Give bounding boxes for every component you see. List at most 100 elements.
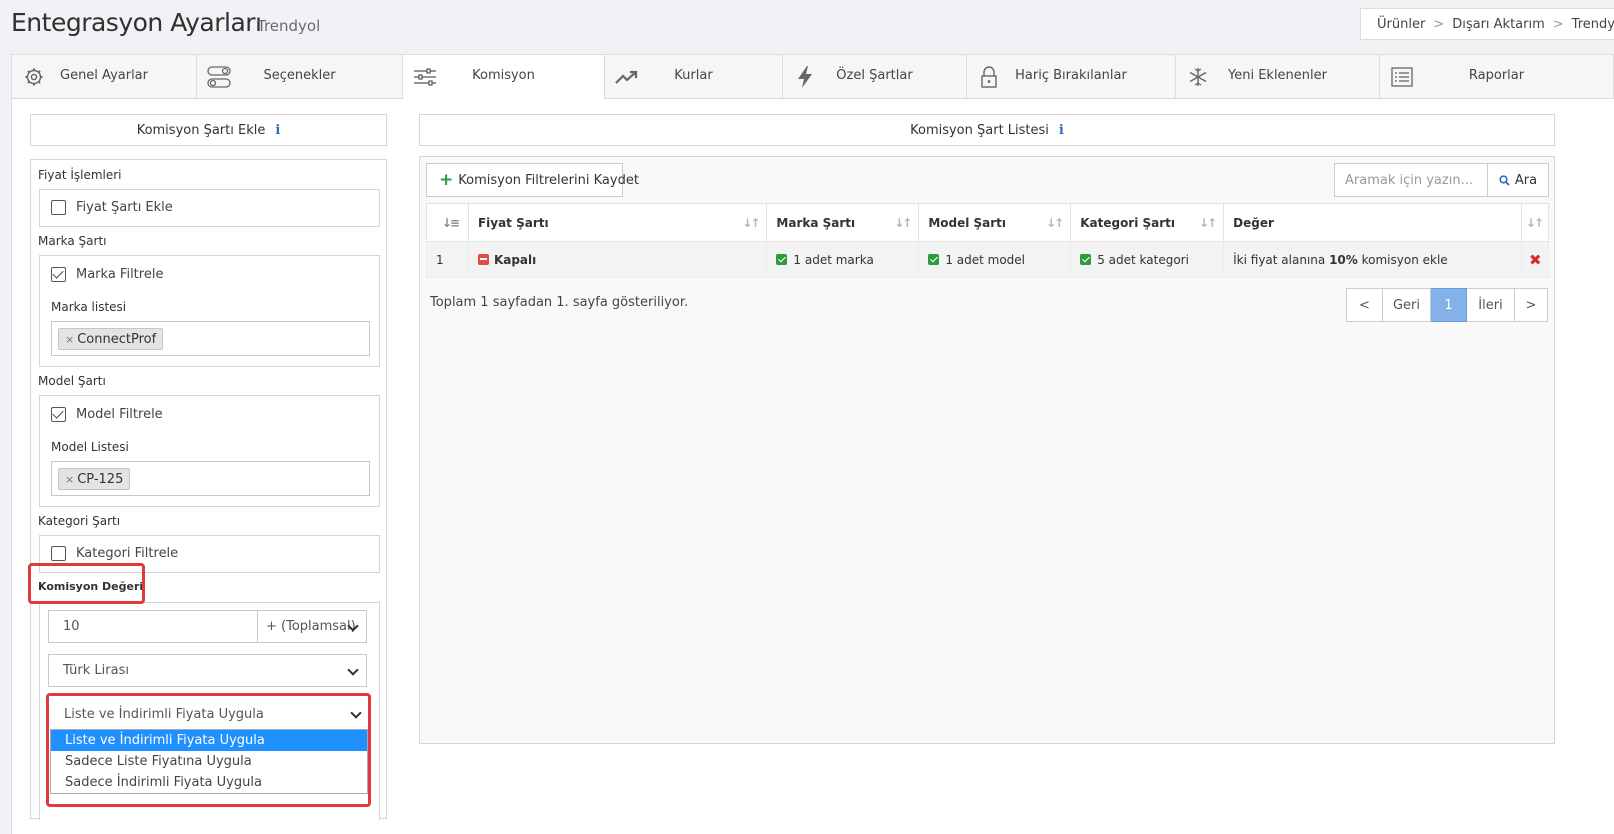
tag-label: CP-125 [77,471,124,487]
tab-genel-ayarlar[interactable]: Genel Ayarlar [11,54,196,98]
tab-content: Komisyon Şartı Ekle i Fiyat İşlemleri Fi… [11,99,1614,834]
tab-label: Genel Ayarlar [60,68,148,83]
info-icon[interactable]: i [275,123,280,138]
currency-select[interactable]: Türk Lirası [48,654,367,687]
operation-select[interactable]: + (Toplamsal) [257,610,367,643]
table-header-row: ↓≡ Fiyat Şartı ↓↑ Marka Şartı ↓↑ Model Şar… [426,203,1550,242]
tab-raporlar[interactable]: Raporlar [1379,54,1614,98]
tab-secenekler[interactable]: Seçenekler [196,54,402,98]
tab-kurlar[interactable]: Kurlar [604,54,782,98]
highlight-apply-dropdown [46,693,371,807]
cell-model: 1 adet model [918,241,1072,278]
pagination-summary: Toplam 1 sayfadan 1. sayfa gösteriliyor. [430,295,689,310]
commission-list-panel-header: Komisyon Şart Listesi i [419,114,1555,146]
tab-label: Seçenekler [263,68,336,83]
cell-index: 1 [426,241,469,278]
pagination: < Geri 1 İleri > [1346,288,1548,322]
tab-haric-birakilanlar[interactable]: Hariç Bırakılanlar [966,54,1175,98]
marka-tag: × ConnectProf [58,328,164,350]
sort-icon[interactable]: ↓↑ [1526,216,1544,230]
model-condition-box: Model Filtrele Model Listesi × CP-125 [39,395,380,507]
page-title: Entegrasyon Ayarları [11,8,262,37]
tag-remove-icon[interactable]: × [65,333,74,346]
tab-yeni-eklenenler[interactable]: Yeni Eklenenler [1175,54,1379,98]
breadcrumb: Ürünler > Dışarı Aktarım > Trendyol [1360,8,1614,40]
komisyon-value-input[interactable]: 10 [48,610,258,643]
checkbox-label[interactable]: Marka Filtrele [76,267,163,282]
chevron-down-icon [347,664,359,676]
sort-icon[interactable]: ↓↑ [1046,216,1064,230]
info-icon[interactable]: i [1059,123,1064,138]
page-header: Entegrasyon Ayarları Trendyol Ürünler > … [0,0,1614,50]
button-label: Ara [1514,172,1538,188]
page-subtitle: Trendyol [257,17,321,35]
tab-label: Raporlar [1468,68,1525,83]
tab-komisyon[interactable]: Komisyon [402,54,604,100]
add-commission-panel-header: Komisyon Şartı Ekle i [30,114,387,146]
button-label: Komisyon Filtrelerini Kaydet [458,172,639,188]
tab-label: Özel Şartlar [836,68,913,83]
tab-label: Hariç Bırakılanlar [1015,68,1127,83]
search-icon [1499,174,1510,186]
model-filtrele-checkbox[interactable] [51,407,66,422]
marka-list-label: Marka listesi [51,300,127,314]
select-value: + (Toplamsal) [266,619,356,634]
last-page-button[interactable]: > [1515,288,1548,322]
model-list-label: Model Listesi [51,440,129,454]
tab-label: Komisyon [472,68,535,83]
tab-label: Yeni Eklenenler [1228,68,1327,83]
breadcrumb-item-trendyol: Trendyol [1571,16,1614,32]
panel-title: Komisyon Şart Listesi [910,122,1049,138]
model-tags-input[interactable]: × CP-125 [51,461,370,496]
panel-title: Komisyon Şartı Ekle [136,122,266,138]
save-commission-filters-button[interactable]: + Komisyon Filtrelerini Kaydet [426,163,639,197]
table-row[interactable]: 1 Kapalı 1 adet marka 1 adet model 5 ade… [426,241,1550,278]
search-button[interactable]: Ara [1487,163,1549,197]
first-page-button[interactable]: < [1346,288,1383,322]
tab-label: Kurlar [674,68,713,83]
sort-icon[interactable]: ↓≡ [442,216,460,230]
prev-page-button[interactable]: Geri [1383,288,1431,322]
breadcrumb-item-urunler[interactable]: Ürünler [1377,17,1425,32]
section-label-marka: Marka Şartı [38,234,107,248]
column-header-marka[interactable]: Marka Şartı ↓↑ [766,203,920,242]
column-header-index[interactable]: ↓≡ [426,203,469,242]
cell-deger: İki fiyat alanına 10% komisyon ekle [1223,241,1522,278]
sort-icon[interactable]: ↓↑ [1199,216,1217,230]
sort-icon[interactable]: ↓↑ [742,216,760,230]
breadcrumb-separator: > [1552,16,1564,32]
column-header-fiyat[interactable]: Fiyat Şartı ↓↑ [467,203,768,242]
select-value: Türk Lirası [63,663,129,678]
fiyat-condition-box: Fiyat Şartı Ekle [39,189,380,227]
section-label-kategori: Kategori Şartı [38,514,121,528]
marka-condition-box: Marka Filtrele Marka listesi × ConnectPro… [39,255,380,367]
next-page-button[interactable]: İleri [1467,288,1515,322]
cell-kategori: 5 adet kategori [1070,241,1225,278]
column-header-actions[interactable]: ↓↑ [1520,203,1550,242]
kategori-filtrele-checkbox[interactable] [51,546,66,561]
checkbox-label[interactable]: Kategori Filtrele [76,546,178,561]
marka-filtrele-checkbox[interactable] [51,267,66,282]
check-icon [928,253,940,265]
marka-tags-input[interactable]: × ConnectProf [51,321,370,356]
tag-remove-icon[interactable]: × [65,473,74,486]
search-input[interactable]: Aramak için yazın... [1334,163,1488,197]
column-header-kategori[interactable]: Kategori Şartı ↓↑ [1070,203,1225,242]
highlight-komisyon-degeri [28,563,145,604]
column-header-deger[interactable]: Değer [1223,203,1522,242]
commission-table: ↓≡ Fiyat Şartı ↓↑ Marka Şartı ↓↑ Model Şar… [426,203,1550,278]
fiyat-sarti-checkbox[interactable] [51,200,66,215]
settings-tabs: Genel Ayarlar Seçenekler Komisyon Kurlar… [11,54,1614,100]
column-header-model[interactable]: Model Şartı ↓↑ [918,203,1072,242]
cell-fiyat: Kapalı [467,241,768,278]
checkbox-label[interactable]: Model Filtrele [76,407,163,422]
checkbox-label[interactable]: Fiyat Şartı Ekle [76,200,173,215]
sort-icon[interactable]: ↓↑ [894,216,912,230]
breadcrumb-separator: > [1433,16,1445,32]
breadcrumb-item-disari-aktarim[interactable]: Dışarı Aktarım [1452,17,1545,32]
tab-ozel-sartlar[interactable]: Özel Şartlar [782,54,966,98]
page-1-button[interactable]: 1 [1431,288,1467,322]
cell-actions: ✖ [1520,241,1550,278]
delete-icon[interactable]: ✖ [1529,251,1542,269]
check-icon [1080,253,1092,265]
